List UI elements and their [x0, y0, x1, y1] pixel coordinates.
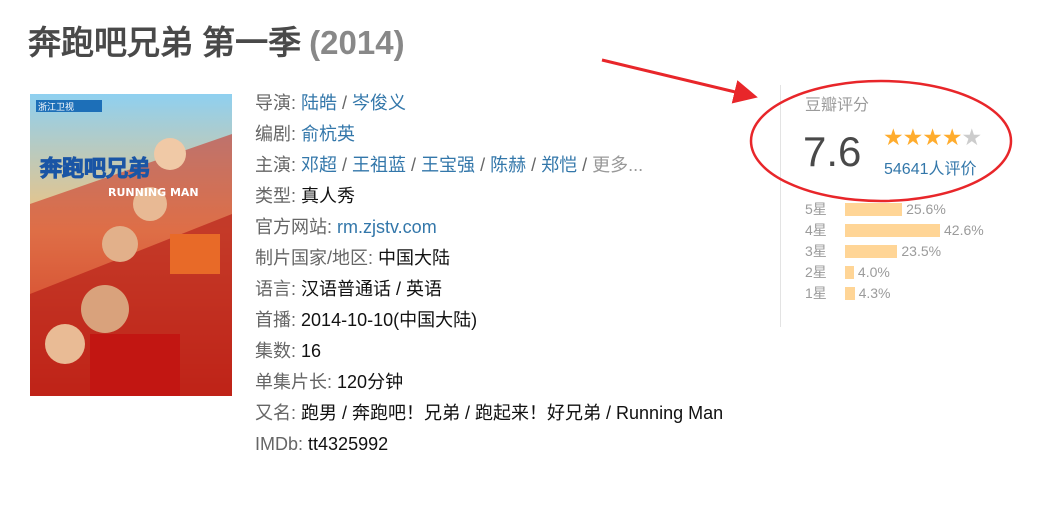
star-icon: ★: [922, 124, 943, 150]
cast-link[interactable]: 邓超: [301, 155, 337, 175]
language-value: 汉语普通话 / 英语: [301, 279, 443, 299]
episodes-value: 16: [301, 341, 322, 361]
rating-bar: [845, 287, 855, 300]
rating-bar: [845, 266, 854, 279]
rating-distribution-row: 2星 4.0%: [805, 262, 1025, 283]
star-icon: ★: [902, 124, 924, 150]
star-level-label: 2星: [805, 264, 827, 280]
cast-link[interactable]: 陈赫: [490, 155, 526, 175]
genre-row: 类型: 真人秀: [255, 186, 356, 206]
cast-row: 主演: 邓超 / 王祖蓝 / 王宝强 / 陈赫 / 郑恺 / 更多...: [255, 155, 644, 175]
poster-logo: 浙江卫视: [38, 101, 74, 113]
rating-bar: [845, 203, 903, 216]
star-level-label: 4星: [805, 222, 827, 238]
rating-distribution-row: 3星 23.5%: [805, 241, 1025, 262]
star-level-label: 5星: [805, 201, 827, 217]
website-row: 官方网站: rm.zjstv.com: [255, 217, 437, 237]
director-link[interactable]: 陆皓: [301, 93, 337, 113]
star-level-label: 1星: [805, 285, 827, 301]
runtime-value: 120分钟: [337, 372, 404, 392]
country-value: 中国大陆: [378, 248, 451, 268]
website-link[interactable]: rm.zjstv.com: [337, 217, 437, 237]
rating-percent: 4.0%: [857, 264, 890, 280]
rating-score: 7.6: [803, 128, 862, 175]
writer-row: 编剧: 俞杭英: [255, 124, 356, 144]
info-panel: 导演: 陆皓 / 岑俊义 编剧: 俞杭英 主演: 邓超 / 王祖蓝 / 王宝强 …: [255, 88, 725, 460]
rating-percent: 25.6%: [906, 201, 946, 217]
imdb-row: IMDb: tt4325992: [255, 434, 389, 454]
cast-link[interactable]: 郑恺: [541, 155, 577, 175]
star-icon: ★: [883, 124, 904, 150]
more-cast-link[interactable]: 更多...: [592, 155, 643, 175]
country-row: 制片国家/地区: 中国大陆: [255, 248, 451, 268]
rating-distribution-row: 4星 42.6%: [805, 220, 1025, 241]
premiere-value: 2014-10-10(中国大陆): [301, 310, 478, 330]
genre-value: 真人秀: [301, 186, 356, 206]
rating-bar: [845, 224, 940, 237]
rating-panel: 豆瓣评分 7.6 ★★★★★ 54641人评价 5星 25.6% 4星 42.6% 3星…: [780, 85, 1026, 327]
runtime-row: 单集片长: 120分钟: [255, 372, 404, 392]
aka-row: 又名: 跑男 / 奔跑吧！兄弟 / 跑起来！好兄弟 / Running Man: [255, 403, 724, 423]
rating-bar: [845, 245, 898, 258]
rating-distribution: 5星 25.6% 4星 42.6% 3星 23.5% 2星 4.0% 1星 4.3%: [805, 199, 1025, 304]
star-level-label: 3星: [805, 243, 827, 259]
director-link[interactable]: 岑俊义: [352, 93, 406, 113]
rating-title: 豆瓣评分: [805, 97, 870, 114]
rating-percent: 23.5%: [901, 243, 942, 259]
star-rating: ★★★★★: [883, 123, 983, 151]
rating-percent: 42.6%: [944, 222, 984, 238]
poster-title-en: RUNNING MAN: [108, 186, 199, 199]
rating-percent: 4.3%: [858, 285, 891, 301]
poster-title: 奔跑吧兄弟: [40, 156, 150, 182]
director-row: 导演: 陆皓 / 岑俊义: [255, 93, 407, 113]
star-icon: ★: [961, 124, 983, 150]
language-row: 语言: 汉语普通话 / 英语: [255, 279, 443, 299]
rating-distribution-row: 5星 25.6%: [805, 199, 1025, 220]
poster-image[interactable]: 浙江卫视 奔跑吧兄弟 RUNNING MAN: [30, 94, 232, 396]
premiere-row: 首播: 2014-10-10(中国大陆): [255, 310, 478, 330]
page-title: 奔跑吧兄弟 第一季 (2014): [28, 18, 405, 68]
cast-link[interactable]: 王宝强: [421, 155, 475, 175]
show-year: (2014): [309, 24, 405, 61]
rating-distribution-row: 1星 4.3%: [805, 283, 1025, 304]
episodes-row: 集数: 16: [255, 341, 322, 361]
imdb-value: tt4325992: [308, 434, 389, 454]
writer-link[interactable]: 俞杭英: [301, 124, 355, 144]
star-icon: ★: [941, 124, 963, 150]
aka-value: 跑男 / 奔跑吧！兄弟 / 跑起来！好兄弟 / Running Man: [301, 403, 724, 423]
cast-link[interactable]: 王祖蓝: [352, 155, 406, 175]
show-name: 奔跑吧兄弟 第一季: [28, 24, 302, 61]
poster-art: 浙江卫视 奔跑吧兄弟 RUNNING MAN: [30, 94, 232, 396]
votes-link[interactable]: 54641人评价: [884, 155, 977, 179]
